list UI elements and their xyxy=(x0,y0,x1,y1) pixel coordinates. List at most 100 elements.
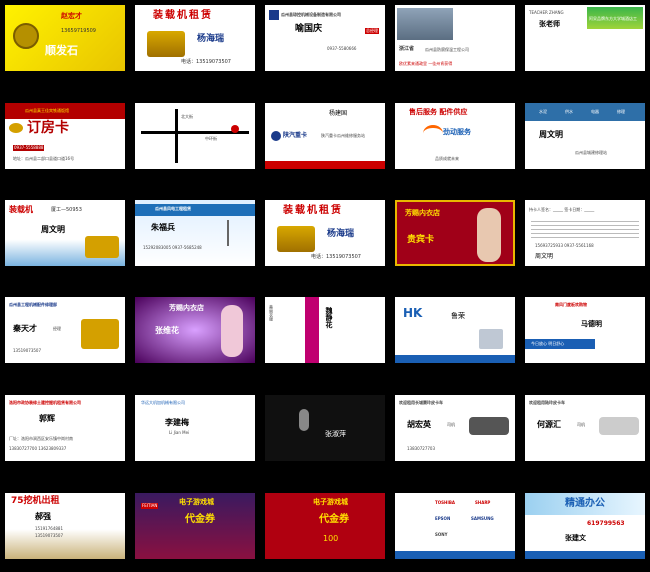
card-hk-office: HK 鲁荣 xyxy=(395,297,515,363)
card-name: 张建文 xyxy=(565,534,586,542)
factory-photo xyxy=(397,8,453,40)
card-name: 赵宏才 xyxy=(61,12,82,20)
card-service: 售后服务 配件供应 劲动服务 品质成就未来 xyxy=(395,103,515,169)
brand-label: TOSHIBA xyxy=(435,500,455,505)
printer-image xyxy=(479,329,503,349)
card-tel: 619799563 xyxy=(587,520,625,527)
map-label: 中环街 xyxy=(205,136,217,141)
card-sub: 厦工—50953 xyxy=(51,207,82,213)
card-tel: 15693725933 0937-5561168 xyxy=(535,243,594,248)
card-name: 朱福兵 xyxy=(151,223,175,232)
card-brands: TOSHIBA SHARP EPSON SAMSUNG SONY xyxy=(395,493,515,559)
card-title: 装载机 xyxy=(9,205,33,214)
side-band xyxy=(305,297,319,363)
card-tag: 电器 xyxy=(591,109,599,114)
card-title: 欢迎租用陆玲皮卡车 xyxy=(529,400,565,405)
card-role: 司机 xyxy=(447,422,455,427)
bottom-band xyxy=(395,355,515,363)
wind-turbine-icon xyxy=(227,220,229,246)
card-parts-qin: 瓜州县工程机械配件修理部 秦天才 经理 13519073507 xyxy=(5,297,125,363)
card-name: 郭辉 xyxy=(39,414,55,423)
card-name: 何源汇 xyxy=(537,420,561,429)
card-wind-power: 瓜州县风电工程租赁 朱福兵 15292083005 0937-5685248 xyxy=(135,200,255,266)
card-tel: 电话：13519073507 xyxy=(181,59,231,65)
card-company: 陕汽重卡瓜州维修服务站 xyxy=(321,133,365,138)
brand-label: EPSON xyxy=(435,516,451,521)
card-title: 订房卡 xyxy=(27,120,69,136)
card-map: 北大街 中环街 xyxy=(135,103,255,169)
pickup-truck-image xyxy=(469,417,509,435)
card-title: 电子游戏城 xyxy=(179,498,214,506)
card-tag: 供水 xyxy=(565,109,573,114)
brand-label: SHARP xyxy=(475,500,491,505)
loader-image xyxy=(85,236,119,258)
card-line: 持卡人签名：_____ 签卡日期：_____ xyxy=(529,207,595,212)
card-name: 杨海瑞 xyxy=(327,229,355,239)
microphone-icon xyxy=(299,409,309,431)
card-role: 总经理 xyxy=(365,28,379,34)
card-shop: 芳赐内衣店 xyxy=(405,209,440,217)
card-tag: 水泥 xyxy=(539,109,547,114)
card-tel: 0937-5580666 xyxy=(327,46,357,51)
card-loader-zhou: 装载机 厦工—50953 周文明 xyxy=(5,200,125,266)
card-name: 周文明 xyxy=(41,225,65,234)
card-card: 贵宾卡 xyxy=(407,235,435,245)
card-fashion-wei: 美丽衣服 魏静花 xyxy=(265,297,385,363)
map-label: 北大街 xyxy=(181,114,193,119)
card-excavator-hao: 75挖机出租 郝强 15191764881 13519073507 xyxy=(5,493,125,559)
card-lingerie-zhang: 芳赐内衣店 张维花 xyxy=(135,297,255,363)
card-logo: 劲动服务 xyxy=(443,128,471,136)
logo-emblem xyxy=(13,23,39,49)
card-hotel-room: 瓜州县真王佳宾铁通饭馆 订房卡 0937-5558888 地址：瓜州县二部口县道… xyxy=(5,103,125,169)
card-brand: FEITIAN xyxy=(141,503,159,509)
card-tel: 13519073507 xyxy=(35,533,63,538)
card-name: 鲁荣 xyxy=(451,312,465,320)
card-title: 精通办公 xyxy=(565,498,605,509)
card-tel: 15191764881 xyxy=(35,526,63,531)
card-company: 瓜州县防腐保温工程公司 xyxy=(425,47,469,52)
card-membership-back: 持卡人签名：_____ 签卡日期：_____ 15693725933 0937-… xyxy=(525,200,645,266)
card-name: 张维花 xyxy=(155,326,179,335)
card-name: 胡宏英 xyxy=(407,420,431,429)
card-lingerie-vip: 芳赐内衣店 贵宾卡 xyxy=(395,200,515,266)
card-address: 瓜州县城建修理站 xyxy=(575,150,607,155)
card-top: 售后服务 配件供应 xyxy=(409,108,468,116)
card-brand: 顺发石 xyxy=(45,44,78,57)
card-tel: 13659719509 xyxy=(61,28,96,34)
card-tel: 15292083005 0937-5685248 xyxy=(143,245,202,250)
map-road-v xyxy=(175,109,178,163)
card-title: 洛阳市政协装修土建挖掘机租赁有限公司 xyxy=(9,400,81,405)
card-band: 瓜州县真王佳宾铁通饭馆 xyxy=(25,108,69,113)
card-slogan: 欧优素来通政里 一佳州肯获得 xyxy=(399,61,453,66)
card-company: 瓜州县琼控机械设备制造有限公司 xyxy=(281,12,341,17)
bottom-band xyxy=(525,551,645,559)
company-logo xyxy=(269,10,279,20)
card-title: 装载机租赁 xyxy=(153,10,213,21)
card-address: 地址：瓜州县二部口县道口道16号 xyxy=(13,156,75,161)
card-region: 浙江省 xyxy=(399,46,415,52)
card-game-voucher-1: FEITIAN 电子游戏城 代金券 xyxy=(135,493,255,559)
card-role: 司机 xyxy=(577,422,585,427)
card-title: 75挖机出租 xyxy=(11,496,60,506)
bottom-band xyxy=(395,551,515,559)
card-name: 张淑萍 xyxy=(325,430,346,438)
card-tel: 13519073507 xyxy=(13,348,41,353)
card-name: 张老师 xyxy=(539,20,560,28)
card-name: 周文明 xyxy=(535,253,554,260)
loader-image xyxy=(277,226,315,252)
business-card-collage: 赵宏才 13659719509 顺发石 装载机租赁 杨海瑞 电话：1351907… xyxy=(0,0,650,572)
card-name: 秦天才 xyxy=(13,324,37,333)
card-logo: HK xyxy=(403,306,423,320)
card-name: 杨建国 xyxy=(329,110,348,117)
truck-logo-icon xyxy=(271,131,281,141)
card-pinyin: Li Jian Mei xyxy=(169,430,190,435)
card-machinery-li: 华远大机加机械有限公司 李建梅 Li Jian Mei xyxy=(135,395,255,461)
card-name: 李建梅 xyxy=(165,418,189,427)
card-title: 电子游戏城 xyxy=(313,498,348,506)
card-loader-rental-yang-2: 装载机租赁 杨海瑞 电话：13519073507 xyxy=(265,200,385,266)
card-anticorrosion: 浙江省 瓜州县防腐保温工程公司 欧优素来通政里 一佳州肯获得 xyxy=(395,5,515,71)
card-equipment-yu: 瓜州县琼控机械设备制造有限公司 喻国庆 总经理 0937-5580666 xyxy=(265,5,385,71)
card-teacher-zhang: TEACHER ZHANG 张老师 阿呆品牌东方大学城酒店工 xyxy=(525,5,645,71)
card-card: 代金券 xyxy=(185,514,215,525)
card-phone: 0937-5558888 xyxy=(13,145,45,151)
